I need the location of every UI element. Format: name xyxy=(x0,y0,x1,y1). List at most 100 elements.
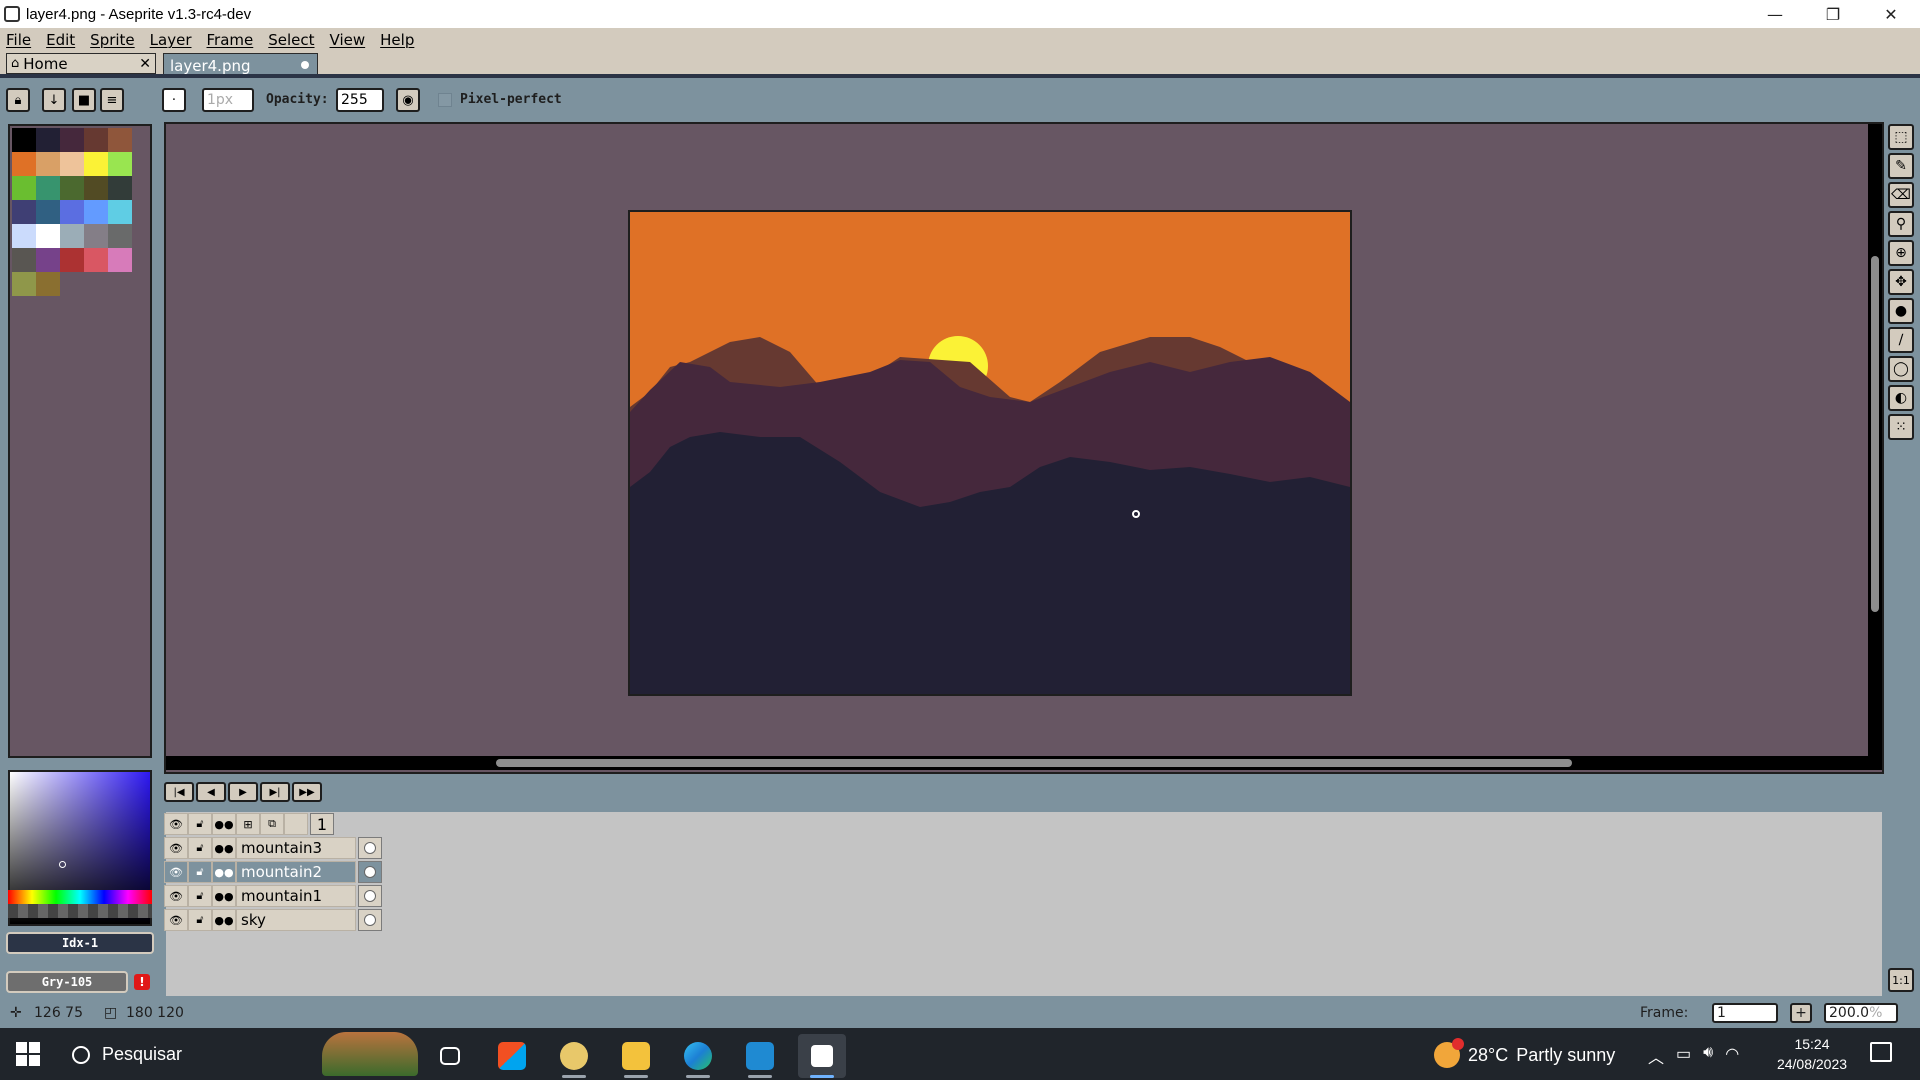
palette-swatch[interactable] xyxy=(60,224,84,248)
lock-icon[interactable]: 🔓︎ xyxy=(188,813,212,835)
layer-name[interactable]: sky xyxy=(236,909,356,931)
palette-swatch[interactable] xyxy=(84,248,108,272)
reset-zoom-button[interactable]: 1:1 xyxy=(1888,968,1914,992)
line-tool-icon[interactable]: ∕ xyxy=(1888,327,1914,353)
link-icon[interactable]: ●● xyxy=(212,861,236,883)
brush-type-button[interactable]: · xyxy=(162,88,186,112)
palette-swatch[interactable] xyxy=(108,176,132,200)
microsoft-store-icon[interactable] xyxy=(488,1034,536,1078)
weather-widget[interactable]: 28°C Partly sunny xyxy=(1434,1038,1615,1068)
palette-swatch[interactable] xyxy=(60,128,84,152)
menu-view[interactable]: View xyxy=(330,31,366,49)
layer-name[interactable]: mountain2 xyxy=(236,861,356,883)
file-explorer-icon[interactable] xyxy=(612,1034,660,1078)
volume-icon[interactable]: 🔊︎ xyxy=(1703,1044,1713,1068)
palette-swatch[interactable] xyxy=(60,152,84,176)
sprite-canvas[interactable] xyxy=(628,210,1352,696)
download-icon[interactable]: ↓ xyxy=(42,88,66,112)
palette-swatch[interactable] xyxy=(36,248,60,272)
layer-group-icon[interactable]: ⊞ xyxy=(236,813,260,835)
layer-row[interactable]: 👁︎ 🔓︎ ●● mountain3 xyxy=(164,836,386,860)
ellipse-tool-icon[interactable]: ◯ xyxy=(1888,356,1914,382)
spray-tool-icon[interactable]: ⁙ xyxy=(1888,414,1914,440)
vscode-icon[interactable] xyxy=(736,1034,784,1078)
play-button[interactable]: ▶ xyxy=(228,782,258,802)
menu-select[interactable]: Select xyxy=(268,31,314,49)
palette-swatch[interactable] xyxy=(36,176,60,200)
link-icon[interactable]: ●● xyxy=(212,909,236,931)
alpha-slider[interactable] xyxy=(8,904,152,918)
palette-swatch[interactable] xyxy=(36,224,60,248)
warning-icon[interactable]: ! xyxy=(134,974,150,990)
palette-swatch[interactable] xyxy=(36,128,60,152)
last-frame-button[interactable]: ▶▶ xyxy=(292,782,322,802)
background-color-value[interactable]: Gry-105 xyxy=(6,971,128,993)
palette-swatch[interactable] xyxy=(12,128,36,152)
palette-swatch[interactable] xyxy=(108,248,132,272)
vertical-scroll-thumb[interactable] xyxy=(1871,256,1879,612)
link-icon[interactable]: ●● xyxy=(212,837,236,859)
palette-swatch[interactable] xyxy=(84,128,108,152)
cel[interactable] xyxy=(358,909,382,931)
palette-swatch[interactable] xyxy=(12,224,36,248)
task-view-icon[interactable] xyxy=(426,1034,474,1078)
first-frame-button[interactable]: |◀ xyxy=(164,782,194,802)
palette-swatch[interactable] xyxy=(12,152,36,176)
lock-icon[interactable]: 🔓︎ xyxy=(188,885,212,907)
palette-swatch[interactable] xyxy=(36,272,60,296)
cel[interactable] xyxy=(358,837,382,859)
menu-file[interactable]: File xyxy=(6,31,31,49)
palette-swatch[interactable] xyxy=(36,200,60,224)
eyedropper-tool-icon[interactable]: ⚲ xyxy=(1888,211,1914,237)
next-frame-button[interactable]: ▶| xyxy=(260,782,290,802)
tab-home[interactable]: ⌂ Home ✕ xyxy=(6,53,156,74)
palette-swatch[interactable] xyxy=(108,200,132,224)
palette-swatch[interactable] xyxy=(84,152,108,176)
menu-help[interactable]: Help xyxy=(380,31,414,49)
palette-swatch[interactable] xyxy=(84,176,108,200)
link-icon[interactable]: ●● xyxy=(212,885,236,907)
battery-icon[interactable]: ▭ xyxy=(1676,1044,1691,1068)
eye-icon[interactable]: 👁︎ xyxy=(164,837,188,859)
move-tool-icon[interactable]: ✥ xyxy=(1888,269,1914,295)
layer-row[interactable]: 👁︎ 🔓︎ ●● mountain2 xyxy=(164,860,386,884)
lock-icon[interactable]: 🔓︎ xyxy=(188,837,212,859)
blur-tool-icon[interactable]: ◐ xyxy=(1888,385,1914,411)
marquee-tool-icon[interactable]: ⬚ xyxy=(1888,124,1914,150)
palette-swatch[interactable] xyxy=(60,200,84,224)
palette-swatch[interactable] xyxy=(84,200,108,224)
ink-icon[interactable]: ◉ xyxy=(396,88,420,112)
palette-swatch[interactable] xyxy=(84,224,108,248)
eye-icon[interactable]: 👁︎ xyxy=(164,813,188,835)
link-icon[interactable]: ●● xyxy=(212,813,236,835)
edge-browser-icon[interactable] xyxy=(674,1034,722,1078)
notifications-icon[interactable] xyxy=(1870,1042,1892,1062)
palette-swatch[interactable] xyxy=(108,224,132,248)
taskbar-search[interactable]: Pesquisar xyxy=(72,1044,182,1065)
wifi-icon[interactable]: ◠ xyxy=(1725,1044,1739,1068)
horizontal-scroll-thumb[interactable] xyxy=(496,759,1572,767)
menu-frame[interactable]: Frame xyxy=(207,31,254,49)
hue-slider[interactable] xyxy=(8,890,152,904)
unsaved-dot-icon[interactable] xyxy=(301,61,309,69)
close-window-button[interactable]: ✕ xyxy=(1862,0,1920,28)
eye-icon[interactable]: 👁︎ xyxy=(164,861,188,883)
palette-swatch[interactable] xyxy=(36,152,60,176)
palette-swatch[interactable] xyxy=(12,176,36,200)
previous-frame-button[interactable]: ◀ xyxy=(196,782,226,802)
palette-swatch[interactable] xyxy=(12,272,36,296)
palette-swatch[interactable] xyxy=(12,200,36,224)
eye-icon[interactable]: 👁︎ xyxy=(164,909,188,931)
clock[interactable]: 15:24 24/08/2023 xyxy=(1772,1034,1852,1074)
layer-name[interactable]: mountain3 xyxy=(236,837,356,859)
square-icon[interactable]: ■ xyxy=(72,88,96,112)
fill-tool-icon[interactable]: ● xyxy=(1888,298,1914,324)
palette-swatch[interactable] xyxy=(108,152,132,176)
paint-app-icon[interactable] xyxy=(550,1034,598,1078)
frame-header[interactable]: 1 xyxy=(310,813,334,835)
menu-icon[interactable]: ≡ xyxy=(100,88,124,112)
lock-icon[interactable]: 🔓︎ xyxy=(188,861,212,883)
maximize-button[interactable]: ❐ xyxy=(1804,0,1862,28)
menu-sprite[interactable]: Sprite xyxy=(90,31,135,49)
foreground-color-index[interactable]: Idx-1 xyxy=(6,932,154,954)
